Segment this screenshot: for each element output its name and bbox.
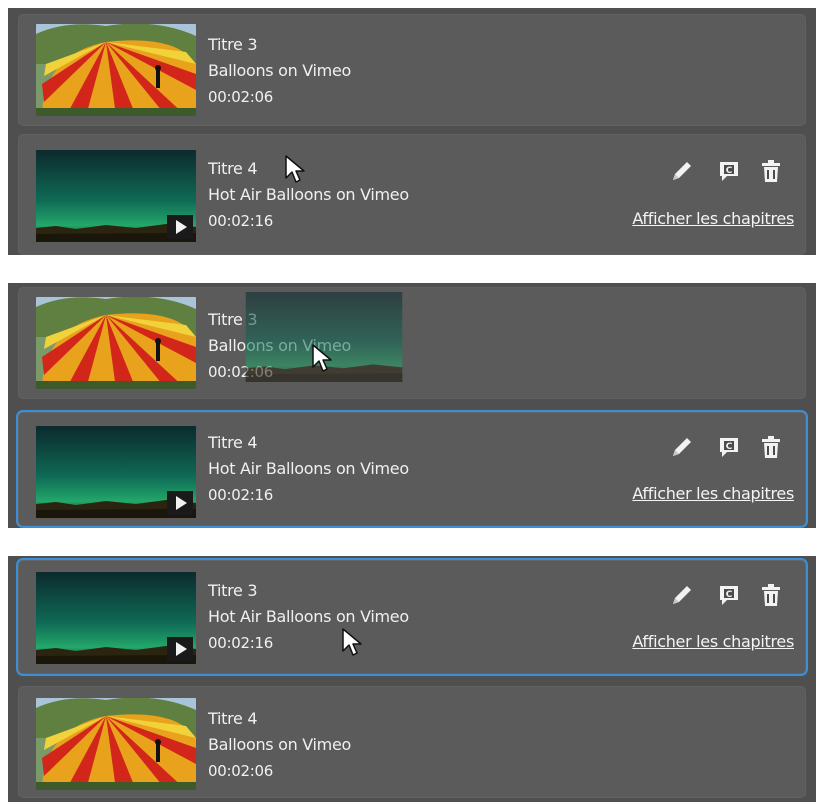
playlist-panel-2: Titre 3 Balloons on Vimeo 00:02:06 Titre… [8,283,816,528]
show-chapters-link[interactable]: Afficher les chapitres [632,484,794,503]
item-duration: 00:02:16 [208,634,273,652]
trash-icon [762,584,780,606]
video-thumbnail[interactable] [36,297,196,389]
video-thumbnail[interactable] [36,426,196,518]
pencil-icon [673,438,691,456]
chapters-button[interactable] [716,156,742,186]
item-title: Titre 4 [208,709,258,728]
playlist-item[interactable]: Titre 3 Balloons on Vimeo 00:02:06 [18,14,806,126]
video-thumbnail[interactable] [36,150,196,242]
trash-icon [762,160,780,182]
playlist-item-selected[interactable]: Titre 4 Hot Air Balloons on Vimeo 00:02:… [18,412,806,526]
edit-button[interactable] [668,580,694,610]
mouse-pointer-icon [284,154,306,184]
item-video-name: Hot Air Balloons on Vimeo [208,459,409,478]
edit-button[interactable] [668,156,694,186]
balloon-thumbnail-image [36,24,196,116]
item-duration: 00:02:06 [208,88,273,106]
video-thumbnail[interactable] [36,24,196,116]
playlist-panel-1: Titre 3 Balloons on Vimeo 00:02:06 Titre… [8,8,816,255]
playlist-item[interactable]: Titre 4 Hot Air Balloons on Vimeo 00:02:… [18,134,806,255]
item-video-name: Balloons on Vimeo [208,61,351,80]
balloon-thumbnail-image [36,698,196,790]
item-title: Titre 3 [208,35,258,54]
item-title: Titre 4 [208,433,258,452]
item-duration: 00:02:16 [208,486,273,504]
video-thumbnail[interactable] [36,572,196,664]
item-video-name: Hot Air Balloons on Vimeo [208,185,409,204]
playlist-item[interactable]: Titre 3 Balloons on Vimeo 00:02:06 [18,287,806,399]
delete-button[interactable] [758,580,784,610]
item-title: Titre 3 [208,581,258,600]
item-duration: 00:02:06 [208,762,273,780]
chapter-c-icon [720,162,738,181]
delete-button[interactable] [758,156,784,186]
item-title: Titre 4 [208,159,258,178]
video-thumbnail[interactable] [36,698,196,790]
item-toolbar [636,156,786,186]
balloon-thumbnail-image [36,297,196,389]
chapters-button[interactable] [716,432,742,462]
item-toolbar [636,580,786,610]
chapters-button[interactable] [716,580,742,610]
playlist-panel-3: Titre 3 Hot Air Balloons on Vimeo 00:02:… [8,556,816,802]
play-icon[interactable] [167,215,193,239]
show-chapters-link[interactable]: Afficher les chapitres [632,209,794,228]
delete-button[interactable] [758,432,784,462]
playlist-item[interactable]: Titre 4 Balloons on Vimeo 00:02:06 [18,686,806,798]
item-video-name: Hot Air Balloons on Vimeo [208,607,409,626]
chapter-c-icon [720,438,738,457]
mouse-pointer-icon [311,343,333,373]
chapter-c-icon [720,586,738,605]
item-video-name: Balloons on Vimeo [208,735,351,754]
trash-icon [762,436,780,458]
playlist-item-selected[interactable]: Titre 3 Hot Air Balloons on Vimeo 00:02:… [18,560,806,674]
play-icon[interactable] [167,491,193,515]
item-toolbar [636,432,786,462]
show-chapters-link[interactable]: Afficher les chapitres [632,632,794,651]
play-icon[interactable] [167,637,193,661]
pencil-icon [673,586,691,604]
pencil-icon [673,162,691,180]
mouse-pointer-icon [341,627,363,657]
edit-button[interactable] [668,432,694,462]
item-duration: 00:02:16 [208,212,273,230]
